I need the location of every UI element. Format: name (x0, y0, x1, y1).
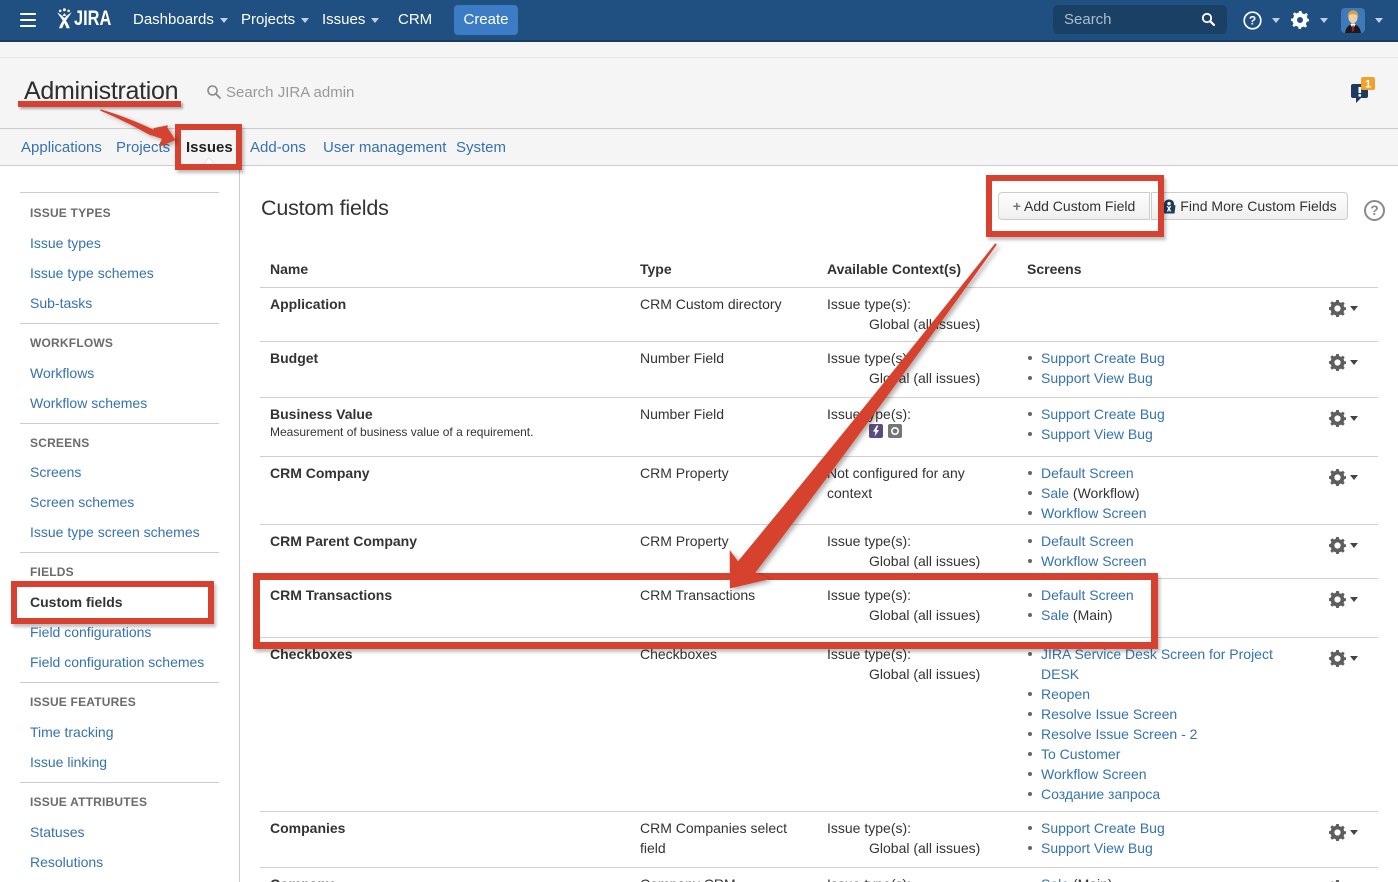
svg-text:1: 1 (1365, 79, 1371, 91)
svg-text:?: ? (1249, 14, 1256, 28)
